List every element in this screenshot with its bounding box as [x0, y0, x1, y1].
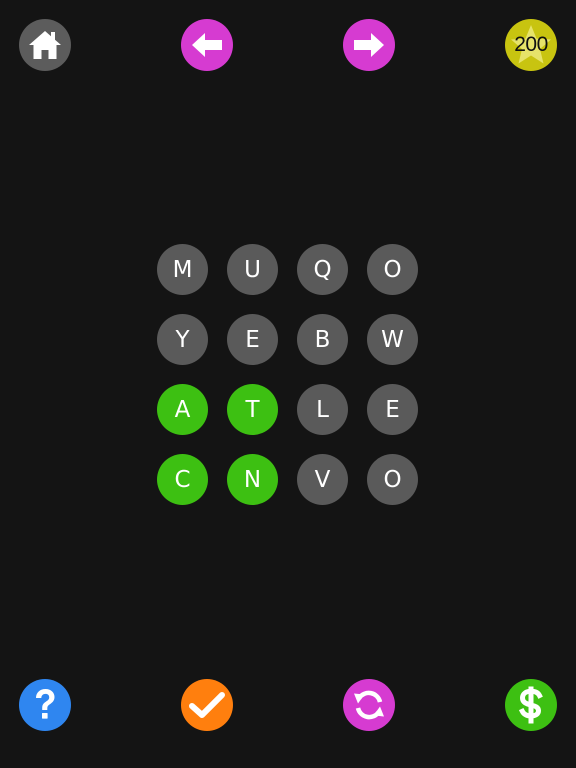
- next-level-button[interactable]: [343, 19, 395, 71]
- letter-tile[interactable]: O: [367, 454, 418, 505]
- submit-word-button[interactable]: [181, 679, 233, 731]
- previous-level-button[interactable]: [181, 19, 233, 71]
- letter-tile[interactable]: T: [227, 384, 278, 435]
- letter-tile[interactable]: B: [297, 314, 348, 365]
- score-badge: 200: [505, 19, 557, 71]
- letter-tile[interactable]: L: [297, 384, 348, 435]
- home-icon: [29, 31, 61, 59]
- arrow-left-icon: [192, 33, 222, 57]
- letter-tile[interactable]: U: [227, 244, 278, 295]
- letter-tile[interactable]: E: [367, 384, 418, 435]
- letter-tile[interactable]: E: [227, 314, 278, 365]
- shop-button[interactable]: [505, 679, 557, 731]
- shuffle-button[interactable]: [343, 679, 395, 731]
- letter-tile[interactable]: N: [227, 454, 278, 505]
- dollar-icon: [518, 686, 543, 724]
- letter-tile[interactable]: M: [157, 244, 208, 295]
- letter-tile[interactable]: Y: [157, 314, 208, 365]
- help-button[interactable]: [19, 679, 71, 731]
- letter-tile[interactable]: Q: [297, 244, 348, 295]
- letter-board: MUQOYEBWATLECNVO: [157, 244, 419, 506]
- shuffle-icon: [354, 690, 384, 720]
- letter-tile[interactable]: A: [157, 384, 208, 435]
- checkmark-icon: [189, 692, 225, 718]
- arrow-right-icon: [354, 33, 384, 57]
- question-icon: [36, 689, 55, 719]
- letter-tile[interactable]: V: [297, 454, 348, 505]
- letter-tile[interactable]: W: [367, 314, 418, 365]
- letter-tile[interactable]: O: [367, 244, 418, 295]
- score-value: 200: [514, 33, 548, 56]
- letter-tile[interactable]: C: [157, 454, 208, 505]
- home-button[interactable]: [19, 19, 71, 71]
